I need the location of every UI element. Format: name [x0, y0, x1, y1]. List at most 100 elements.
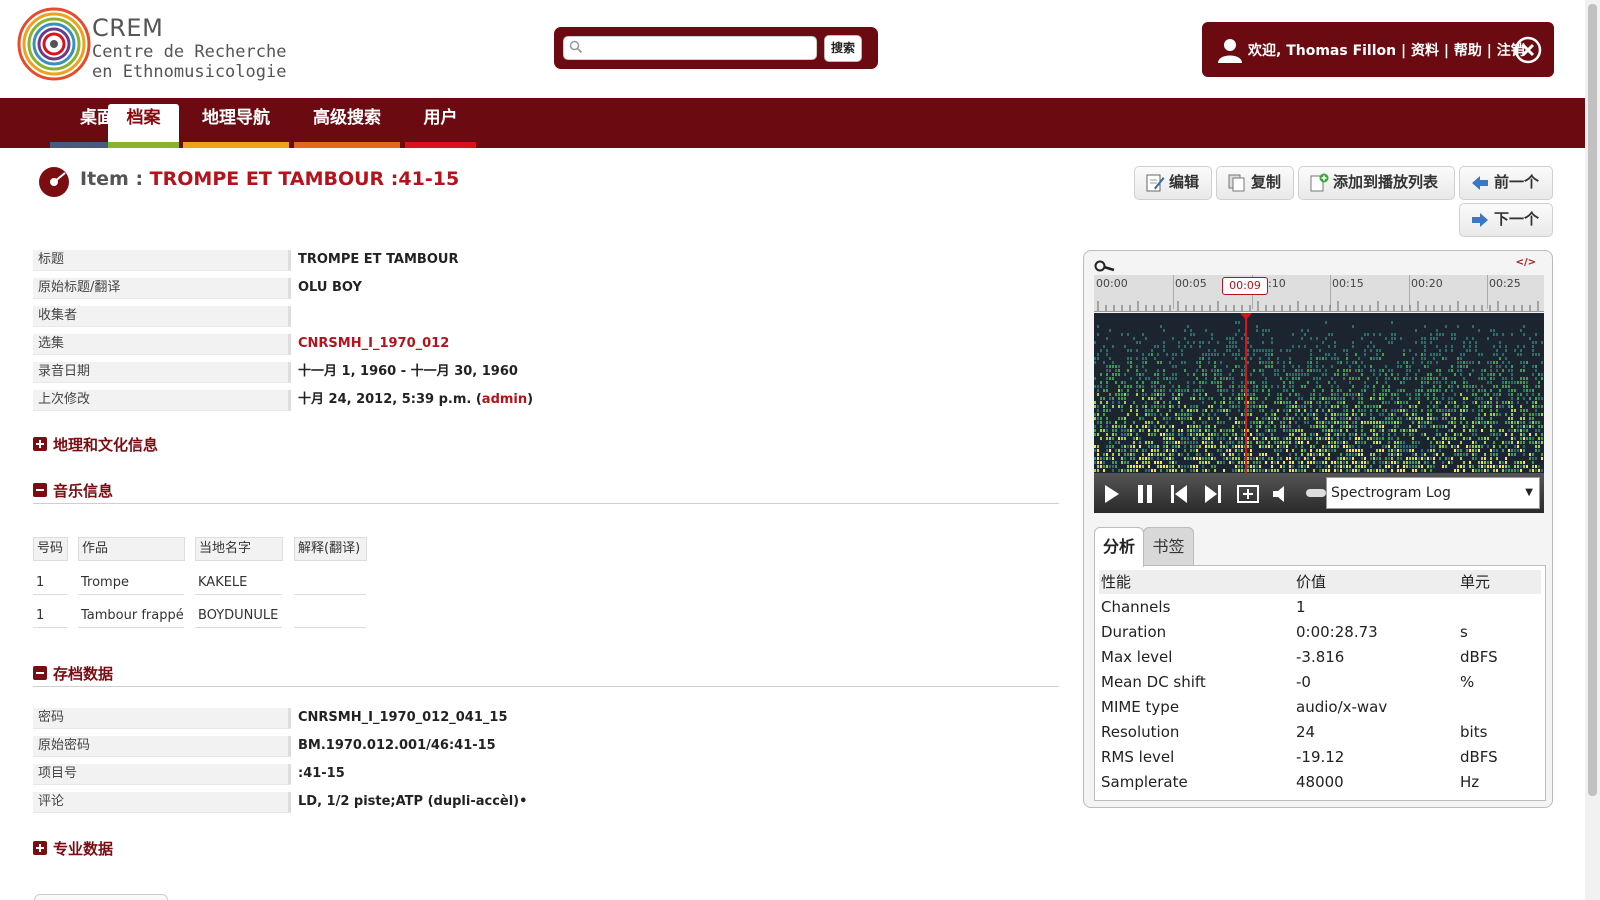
welcome-text: 欢迎, Thomas Fillon — [1248, 43, 1397, 59]
view-mode-select[interactable]: Spectrogram Log ▼ — [1326, 477, 1540, 509]
player-timeline[interactable]: 00:00 00:05 00:10 00:15 00:20 00:25 00:0… — [1094, 275, 1544, 312]
field-label: 标题 — [33, 250, 291, 271]
volume-slider[interactable] — [1306, 489, 1326, 497]
search-field[interactable] — [563, 36, 817, 60]
logo-subtitle-line1: Centre de Recherche — [92, 42, 287, 62]
field-value: BM.1970.012.001/46:41-15 — [298, 738, 496, 753]
timeline-label: 00:20 — [1411, 277, 1443, 290]
nav-tab-geo-navigator[interactable]: 地理导航 — [183, 104, 289, 148]
field-comment: 评论 LD, 1/2 piste;ATP (dupli-accèl)• — [33, 792, 733, 814]
analysis-value: -0 — [1296, 673, 1311, 691]
analysis-value: -19.12 — [1296, 748, 1345, 766]
search-button[interactable]: 搜索 — [824, 35, 862, 62]
field-code: 密码 CNRSMH_I_1970_012_041_15 — [33, 708, 733, 730]
cursor-time-badge: 00:09 — [1222, 277, 1268, 295]
tab-bookmarks[interactable]: 书签 — [1143, 527, 1194, 566]
add-marker-icon[interactable] — [1235, 481, 1261, 507]
analysis-unit: bits — [1460, 723, 1488, 741]
analysis-table: 性能 价值 单元 Channels 1 Duration 0:00:28.73 … — [1094, 565, 1546, 801]
analysis-unit: % — [1460, 673, 1475, 691]
field-collection: 选集 CNRSMH_I_1970_012 — [33, 334, 733, 356]
analysis-row: RMS level -19.12 dBFS — [1099, 745, 1541, 769]
spectrogram-view[interactable] — [1094, 313, 1544, 473]
page-scrollbar[interactable] — [1585, 0, 1600, 900]
user-icon — [1218, 39, 1242, 63]
crem-logo[interactable]: CREM Centre de Recherche en Ethnomusicol… — [16, 6, 316, 86]
volume-icon[interactable] — [1269, 481, 1295, 507]
section-title: 专业数据 — [53, 840, 114, 858]
embed-code-icon[interactable]: </> — [1516, 257, 1536, 268]
item-disc-icon — [39, 167, 69, 197]
skip-forward-icon[interactable] — [1200, 481, 1226, 507]
analysis-unit: dBFS — [1460, 748, 1498, 766]
analysis-property: MIME type — [1101, 698, 1180, 716]
last-modified-suffix: ) — [527, 392, 534, 407]
nav-tab-archives[interactable]: 档案 — [108, 104, 179, 148]
scrollbar-thumb[interactable] — [1588, 4, 1597, 796]
field-last-modified: 上次修改 十月 24, 2012, 5:39 p.m. (admin) — [33, 390, 733, 412]
field-label: 评论 — [33, 792, 291, 813]
analysis-header: 价值 — [1296, 573, 1327, 591]
nav-tab-label: 高级搜索 — [313, 108, 381, 128]
analysis-row: Resolution 24 bits — [1099, 720, 1541, 744]
skip-back-icon[interactable] — [1166, 481, 1192, 507]
field-value: LD, 1/2 piste;ATP (dupli-accèl)• — [298, 794, 528, 809]
nav-tab-users[interactable]: 用户 — [405, 104, 476, 148]
audio-player: </> 00:00 00:05 00:10 00:15 00:20 00:25 … — [1083, 250, 1553, 808]
key-icon[interactable] — [1094, 259, 1116, 273]
music-table-cell — [294, 605, 366, 628]
help-link[interactable]: 帮助 — [1454, 43, 1482, 59]
user-panel: 欢迎, Thomas Fillon | 资料 | 帮助 | 注销 — [1202, 22, 1554, 77]
music-table-cell: Tambour frappé — [78, 605, 184, 628]
music-table-cell: KAKELE — [195, 572, 282, 595]
analysis-property: RMS level — [1101, 748, 1175, 766]
expand-plus-icon — [33, 841, 47, 855]
field-collector: 收集者 — [33, 306, 733, 328]
music-table-header: 当地名字 — [195, 537, 283, 561]
field-label: 收集者 — [33, 306, 291, 327]
analysis-value: 1 — [1296, 598, 1306, 616]
analysis-value: audio/x-wav — [1296, 698, 1388, 716]
previous-button[interactable]: 前一个 — [1459, 166, 1553, 200]
edit-icon — [1146, 174, 1165, 192]
nav-tab-label: 用户 — [423, 108, 458, 128]
page: CREM Centre de Recherche en Ethnomusicol… — [0, 0, 1600, 900]
collapse-minus-icon — [33, 483, 47, 497]
admin-user-link[interactable]: admin — [482, 392, 527, 407]
field-value: 十一月 1, 1960 - 十一月 30, 1960 — [298, 364, 518, 379]
main-nav: 桌面 档案 地理导航 高级搜索 用户 — [0, 98, 1600, 148]
nav-tab-color-bar — [405, 142, 476, 148]
edit-button[interactable]: 编辑 — [1134, 166, 1212, 200]
analysis-value: 48000 — [1296, 773, 1344, 791]
copy-button[interactable]: 复制 — [1216, 166, 1294, 200]
nav-tab-label: 地理导航 — [202, 108, 270, 128]
analysis-header: 性能 — [1101, 573, 1132, 591]
pause-icon[interactable] — [1132, 481, 1158, 507]
add-to-playlist-button[interactable]: 添加到播放列表 — [1298, 166, 1455, 200]
section-divider — [33, 503, 1059, 504]
logout-close-icon[interactable] — [1514, 36, 1542, 64]
search-input[interactable] — [586, 39, 810, 58]
profile-link[interactable]: 资料 — [1411, 43, 1439, 59]
field-label: 录音日期 — [33, 362, 291, 383]
field-original-title: 原始标题/翻译 OLU BOY — [33, 278, 733, 300]
music-table-cell — [294, 572, 366, 595]
analysis-row: Channels 1 — [1099, 595, 1541, 619]
next-button[interactable]: 下一个 — [1459, 203, 1553, 237]
expand-plus-icon — [33, 437, 47, 451]
nav-tab-advanced-search[interactable]: 高级搜索 — [294, 104, 400, 148]
logo-title: CREM — [92, 14, 164, 42]
analysis-value: -3.816 — [1296, 648, 1345, 666]
item-title-prefix: Item : — [80, 168, 150, 190]
play-icon[interactable] — [1098, 481, 1124, 507]
analysis-property: Channels — [1101, 598, 1171, 616]
analysis-property: Samplerate — [1101, 773, 1188, 791]
field-value: CNRSMH_I_1970_012 — [298, 334, 449, 354]
playhead-marker-icon[interactable] — [1240, 313, 1252, 320]
tab-analysis[interactable]: 分析 — [1094, 527, 1144, 567]
copy-icon — [1228, 174, 1245, 192]
collection-link[interactable]: CNRSMH_I_1970_012 — [298, 336, 449, 351]
logo-subtitle-line2: en Ethnomusicologie — [92, 62, 287, 82]
edit-label: 编辑 — [1169, 173, 1200, 191]
user-link-separator: | — [1481, 43, 1497, 59]
